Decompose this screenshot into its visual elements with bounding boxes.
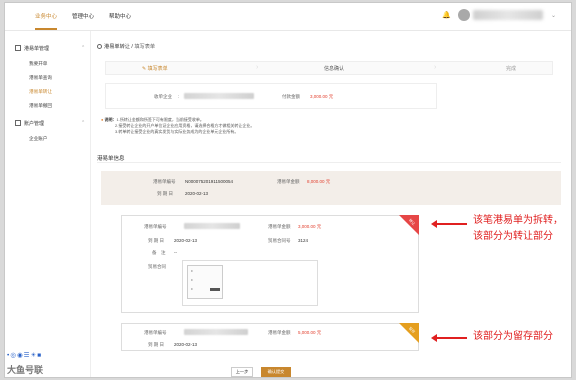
transfer-ribbon (399, 215, 419, 235)
breadcrumb-current: 填写表单 (134, 44, 156, 50)
step-complete: 完成 (506, 66, 517, 72)
split1-date: 2020-02-13 (174, 238, 198, 243)
tab-management-center[interactable]: 管理中心 (72, 12, 94, 20)
notes: ● 说明：1.所转让金额和所签下可有限度，当前接受收单。 2.接受转让企业的开户… (101, 117, 255, 134)
tab-help-center[interactable]: 帮助中心 (109, 12, 131, 20)
annotation-retain: 该部分为留存部分 (473, 331, 553, 342)
split1-contract-no: 3124 (298, 238, 309, 243)
tray-icons: •◎◉☰☀■ (7, 352, 43, 359)
sidebar-group-bill-management[interactable]: 港易单管理 (15, 45, 49, 52)
split2-number-redacted (184, 329, 248, 335)
original-number: N000075201911500054 (185, 179, 233, 184)
chevron-down-icon[interactable]: ⌄ (551, 12, 556, 19)
tab-business-center[interactable]: 业务中心 (35, 12, 57, 20)
annotation-arrow-transfer (431, 220, 467, 228)
contract-attachment[interactable]: ≡ ≡ ≡ (182, 260, 318, 306)
sidebar-group-account-management[interactable]: 账户管理 (15, 120, 44, 127)
section-title: 港易单信息 (97, 156, 125, 162)
contract-thumbnail[interactable]: ≡ ≡ ≡ (187, 265, 223, 299)
breadcrumb-section[interactable]: 港易单转让 (104, 44, 130, 50)
sidebar-item-issue[interactable]: 我要开单 (29, 61, 47, 67)
split1-remark: -- (174, 250, 177, 255)
confirm-submit-button[interactable]: 确认提交 (261, 367, 291, 377)
retain-ribbon (399, 323, 419, 343)
receiver-label: 收单企业 (154, 94, 172, 99)
chevron-up-icon[interactable]: ⌃ (81, 45, 85, 51)
amount-label: 付款金额 (282, 94, 300, 99)
user-name-redacted (473, 10, 543, 20)
original-amount: 8,000.00 元 (307, 179, 331, 184)
sidebar-item-transfer[interactable]: 港易单转让 (29, 89, 52, 95)
bell-icon[interactable]: 🔔 (442, 11, 451, 19)
document-icon (15, 45, 21, 51)
original-bill: 港易单编号 N000075201911500054 港易单金额 8,000.00… (101, 171, 561, 205)
breadcrumb: 港易单转让 / 填写表单 (97, 43, 155, 50)
step-fill-form: ✎ 填写表单 (142, 66, 168, 72)
sidebar-item-query[interactable]: 港易单查询 (29, 75, 52, 81)
divider (97, 162, 561, 163)
sidebar: 港易单管理 ⌃ 我要开单 港易单查询 港易单转让 港易单撤回 账户管理 ⌃ 企业… (5, 31, 91, 377)
split2-amount: 5,000.00 元 (298, 330, 322, 335)
info-dot-icon: ● (101, 117, 104, 122)
split-bill-retain: 港易单编号 港易单金额 5,000.00 元 到 期 日 2020-02-13 (121, 323, 419, 351)
watermark-text: 大鱼号联 (7, 365, 44, 375)
top-nav: 业务中心 管理中心 帮助中心 🔔 ⌄ (5, 3, 571, 31)
receiver-redacted (184, 93, 254, 99)
split2-date: 2020-02-13 (174, 342, 198, 347)
original-date: 2020-02-13 (185, 191, 209, 196)
step-indicator: ✎ 填写表单 › 信息确认 › 完成 (105, 61, 553, 75)
split-bill-transfer: 港易单编号 港易单金额 3,000.00 元 到 期 日 2020-02-13 … (121, 215, 419, 313)
main-content: 港易单转让 / 填写表单 ✎ 填写表单 › 信息确认 › 完成 收单企业 : 付… (91, 31, 571, 377)
sidebar-item-withdraw[interactable]: 港易单撤回 (29, 103, 52, 109)
user-icon (15, 120, 21, 126)
split1-number-redacted (184, 223, 240, 229)
system-tray: •◎◉☰☀■ 大鱼号联 (5, 347, 91, 377)
active-tab-indicator (35, 28, 57, 30)
transfer-summary: 收单企业 : 付款金额 3,000.00 元 (105, 83, 437, 109)
previous-step-button[interactable]: 上一步 (231, 367, 253, 377)
circle-icon (97, 43, 102, 49)
annotation-transfer: 该笔港易单为拆转， 该部分为转让部分 (473, 215, 563, 242)
app-window: 业务中心 管理中心 帮助中心 🔔 ⌄ 港易单管理 ⌃ 我要开单 港易单查询 港易… (4, 2, 572, 378)
chevron-right-icon: › (434, 64, 437, 71)
avatar[interactable] (458, 9, 470, 21)
amount-value: 3,000.00 元 (310, 94, 334, 99)
split1-amount: 3,000.00 元 (298, 224, 322, 229)
sidebar-item-enterprise-account[interactable]: 企业账户 (29, 136, 47, 142)
annotation-arrow-retain (431, 334, 467, 342)
step-confirm: 信息确认 (324, 66, 345, 72)
chevron-up-icon[interactable]: ⌃ (81, 120, 85, 126)
chevron-right-icon: › (256, 64, 259, 71)
